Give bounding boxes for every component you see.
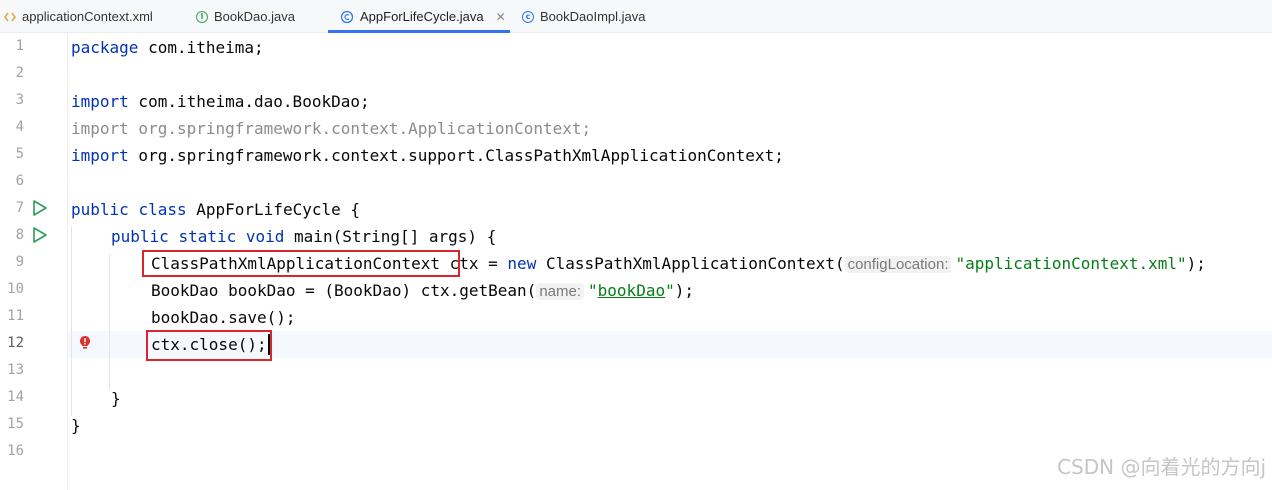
class-icon: c <box>522 10 534 23</box>
code-text: com.itheima.dao.BookDao; <box>128 92 370 111</box>
code-line-10[interactable]: BookDao bookDao = (BookDao) ctx.getBean(… <box>151 277 694 304</box>
code-line-14[interactable]: } <box>111 385 121 412</box>
code-line-5[interactable]: import org.springframework.context.suppo… <box>71 142 784 169</box>
close-icon[interactable]: ✕ <box>496 10 506 24</box>
keyword: public <box>111 227 169 246</box>
code-text: ClassPathXmlApplicationContext( <box>536 254 845 273</box>
keyword: static <box>178 227 237 246</box>
code-text: ); <box>674 281 694 300</box>
keyword: public <box>71 200 129 219</box>
tab-label: AppForLifeCycle.java <box>360 9 484 24</box>
string-quote: " <box>665 281 675 300</box>
code-line-1[interactable]: package com.itheima; <box>71 34 264 61</box>
line-number: 2 <box>15 65 24 81</box>
string-literal: "applicationContext.xml" <box>955 254 1187 273</box>
line-number: 14 <box>7 389 24 405</box>
keyword: import <box>71 92 129 111</box>
line-number: 13 <box>7 362 24 378</box>
code-line-11[interactable]: bookDao.save(); <box>151 304 296 331</box>
run-icon[interactable] <box>32 226 48 244</box>
line-number: 10 <box>7 281 24 297</box>
error-bulb-icon[interactable] <box>78 335 92 351</box>
indent-guide <box>109 254 110 389</box>
highlight-box-close-call <box>146 330 272 361</box>
keyword: void <box>245 227 285 246</box>
keyword: class <box>138 200 187 219</box>
editor-tab-bar: applicationContext.xml I BookDao.java Ap… <box>0 0 1272 33</box>
interface-icon: I <box>196 10 208 23</box>
line-number: 15 <box>7 416 24 432</box>
class-icon <box>340 10 354 24</box>
code-text: com.itheima; <box>138 38 264 57</box>
code-line-15[interactable]: } <box>71 412 81 439</box>
line-number: 1 <box>15 38 24 54</box>
line-number: 6 <box>15 173 24 189</box>
string-literal-link[interactable]: bookDao <box>598 281 665 300</box>
tab-bookdao-java[interactable]: I BookDao.java <box>196 0 295 33</box>
tab-label: BookDao.java <box>214 9 295 24</box>
line-number: 7 <box>15 200 24 216</box>
tab-label: applicationContext.xml <box>22 9 153 24</box>
tab-label: BookDaoImpl.java <box>540 9 646 24</box>
line-number: 4 <box>15 119 24 135</box>
code-text: AppForLifeCycle { <box>186 200 360 219</box>
tab-bookdaoimpl-java[interactable]: c BookDaoImpl.java <box>522 0 646 33</box>
code-text: } <box>71 416 81 435</box>
line-number: 5 <box>15 146 24 162</box>
parameter-hint: name: <box>536 283 585 300</box>
tab-appforlifecycle-java[interactable]: AppForLifeCycle.java ✕ <box>328 0 510 33</box>
keyword: new <box>507 254 537 273</box>
xml-file-icon <box>4 11 16 23</box>
code-text: org.springframework.context.support.Clas… <box>128 146 784 165</box>
code-text: BookDao bookDao = (BookDao) ctx.getBean( <box>151 281 537 300</box>
line-number: 8 <box>15 227 24 243</box>
watermark: CSDN @向着光的方向j <box>1057 455 1266 479</box>
line-number: 9 <box>15 254 24 270</box>
parameter-hint: configLocation: <box>844 256 952 273</box>
line-number: 16 <box>7 443 24 459</box>
indent-guide <box>71 227 72 416</box>
code-text: import org.springframework.context.Appli… <box>71 119 592 138</box>
code-line-4-unused-import[interactable]: import org.springframework.context.Appli… <box>71 115 591 142</box>
code-text: } <box>111 389 121 408</box>
run-icon[interactable] <box>32 199 48 217</box>
tab-application-context-xml[interactable]: applicationContext.xml <box>4 0 153 33</box>
string-quote: " <box>588 281 598 300</box>
code-line-8[interactable]: public static void main(String[] args) { <box>111 223 496 250</box>
code-line-3[interactable]: import com.itheima.dao.BookDao; <box>71 88 370 115</box>
code-text: bookDao.save(); <box>151 308 296 327</box>
keyword: import <box>71 146 129 165</box>
line-number: 3 <box>15 92 24 108</box>
line-number: 11 <box>7 308 24 324</box>
keyword: package <box>71 38 139 57</box>
line-number: 12 <box>7 335 24 351</box>
highlight-box-type <box>142 250 460 277</box>
code-text: ); <box>1186 254 1206 273</box>
code-line-7[interactable]: public class AppForLifeCycle { <box>71 196 360 223</box>
code-text: main(String[] args) { <box>284 227 497 246</box>
